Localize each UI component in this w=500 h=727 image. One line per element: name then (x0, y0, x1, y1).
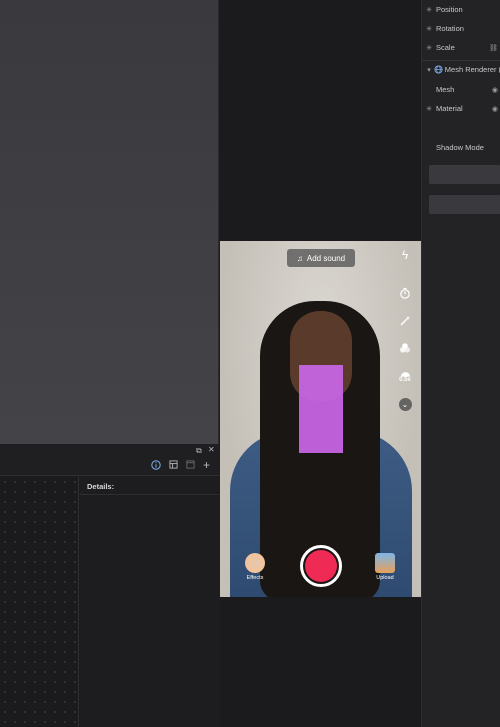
magic-wand-icon[interactable] (397, 313, 413, 329)
panel-toolbar: + (0, 458, 219, 476)
effects-button[interactable]: ☺ Effects (244, 553, 266, 581)
timer-icon[interactable] (397, 285, 413, 301)
smiley-icon: ☺ (245, 553, 265, 573)
property-label: Material (436, 104, 463, 113)
speed-label: 0.5x (399, 377, 411, 383)
panel-tab-bar: ⧉ ✕ (0, 444, 219, 458)
details-panel: Details: (80, 477, 219, 727)
music-note-icon: ♫ (296, 253, 303, 263)
inspector-field[interactable] (429, 165, 500, 184)
effects-label: Effects (246, 575, 264, 581)
reset-icon[interactable]: ✳ (422, 6, 436, 14)
property-mesh[interactable]: Mesh ◉ (422, 80, 500, 99)
property-label: Scale (436, 43, 455, 52)
editor-empty-area (219, 0, 422, 241)
details-title: Details: (87, 482, 115, 491)
add-sound-button[interactable]: ♫ Add sound (287, 249, 355, 267)
info-icon[interactable] (151, 460, 161, 472)
gallery-icon (375, 553, 395, 573)
inspector-field[interactable] (429, 195, 500, 214)
property-label: Shadow Mode (436, 143, 484, 152)
link-icon[interactable]: ⛓ (489, 44, 498, 52)
effect-overlay-rectangle (299, 365, 343, 453)
chevron-down-icon[interactable]: ▾ (425, 66, 433, 74)
popout-icon[interactable]: ⧉ (196, 446, 202, 456)
globe-icon (433, 65, 445, 74)
reset-icon[interactable]: ✳ (422, 105, 436, 113)
upload-button[interactable]: Upload (373, 553, 397, 581)
property-shadow-mode[interactable]: Shadow Mode (422, 138, 500, 157)
record-button[interactable] (300, 545, 342, 587)
reset-icon[interactable]: ✳ (422, 25, 436, 33)
close-icon[interactable]: ✕ (208, 445, 215, 454)
property-label: Mesh (436, 85, 455, 94)
property-material[interactable]: ✳ Material ◉ (422, 99, 500, 118)
property-label: Rotation (436, 24, 464, 33)
add-sound-label: Add sound (306, 253, 346, 263)
component-mesh-renderer[interactable]: ▾ Mesh Renderer ( (422, 60, 500, 79)
add-icon[interactable]: + (203, 458, 210, 472)
filters-icon[interactable] (397, 340, 413, 356)
reset-icon[interactable]: ✳ (422, 44, 436, 52)
layout-icon[interactable] (169, 460, 178, 471)
target-icon[interactable]: ◉ (492, 105, 498, 113)
component-label: Mesh Renderer (444, 65, 497, 74)
target-icon[interactable]: ◉ (492, 86, 498, 94)
editor-empty-area (220, 597, 421, 727)
speed-icon (400, 372, 410, 377)
property-rotation[interactable]: ✳ Rotation (422, 19, 500, 38)
panel-icon[interactable] (186, 460, 195, 471)
chevron-down-icon: ⌄ (398, 397, 412, 411)
property-label: Position (436, 5, 463, 14)
speed-button[interactable]: 0.5x (397, 365, 413, 387)
divider (80, 494, 219, 495)
property-position[interactable]: ✳ Position (422, 0, 500, 19)
more-options-button[interactable]: ⌄ (397, 396, 413, 412)
camera-preview: ♫ Add sound ϟ 0.5x ⌄ ☺ Effects Upload (220, 241, 421, 597)
record-icon (305, 550, 337, 582)
property-scale[interactable]: ✳ Scale ⛓ (422, 38, 500, 57)
node-graph-canvas[interactable] (0, 477, 79, 727)
scene-viewport[interactable] (0, 0, 219, 444)
upload-label: Upload (376, 575, 394, 581)
inspector-panel: ✳ Position ✳ Rotation ✳ Scale ⛓ ▾ Mesh R… (421, 0, 500, 727)
flash-icon[interactable]: ϟ (397, 247, 413, 263)
